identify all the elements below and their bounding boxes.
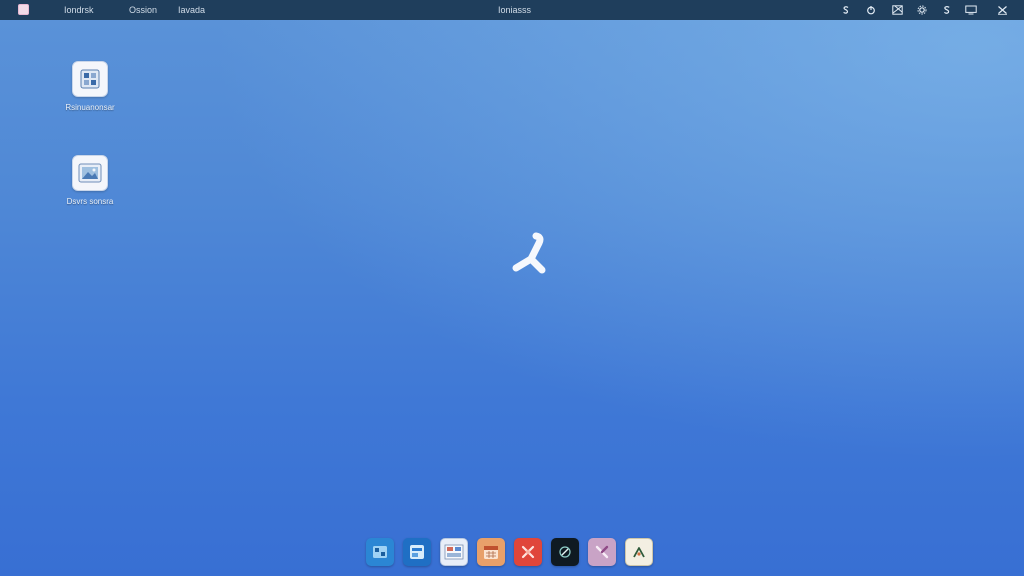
s-icon[interactable] [839, 3, 852, 16]
power-icon[interactable] [864, 3, 877, 16]
tool-logo-icon [512, 232, 546, 274]
dock-browser-icon[interactable] [403, 538, 431, 566]
menu-item-1[interactable]: Iondrsk [64, 4, 94, 16]
dock-calendar-icon[interactable] [477, 538, 505, 566]
window-title: Ioniasss [498, 5, 532, 15]
close-icon[interactable] [996, 3, 1009, 16]
dock-files-icon[interactable] [366, 538, 394, 566]
desktop-icon-label: Dsvrs sonsra [66, 197, 114, 206]
desktop-icon-2[interactable]: Dsvrs sonsra [45, 155, 135, 206]
desktop: Iondrsk Ossion Iavada Ioniasss Rsinuanon… [0, 0, 1024, 576]
menu-item-3[interactable]: Iavada [178, 4, 205, 16]
dock-gallery-icon[interactable] [440, 538, 468, 566]
app-logo-icon[interactable] [18, 4, 29, 15]
gear-icon[interactable] [915, 3, 928, 16]
dock [366, 538, 653, 570]
top-menu-bar: Iondrsk Ossion Iavada Ioniasss [0, 0, 1024, 20]
grid-icon[interactable] [891, 3, 904, 16]
photo-icon [72, 155, 108, 191]
display-icon[interactable] [964, 3, 977, 16]
s-alt-icon[interactable] [940, 3, 953, 16]
menu-item-2[interactable]: Ossion [129, 4, 157, 16]
desktop-icon-label: Rsinuanonsar [65, 103, 115, 112]
document-icon [72, 61, 108, 97]
dock-editor-icon[interactable] [625, 538, 653, 566]
dock-settings-icon[interactable] [514, 538, 542, 566]
dock-terminal-icon[interactable] [551, 538, 579, 566]
desktop-icon-1[interactable]: Rsinuanonsar [45, 61, 135, 112]
dock-tools-icon[interactable] [588, 538, 616, 566]
